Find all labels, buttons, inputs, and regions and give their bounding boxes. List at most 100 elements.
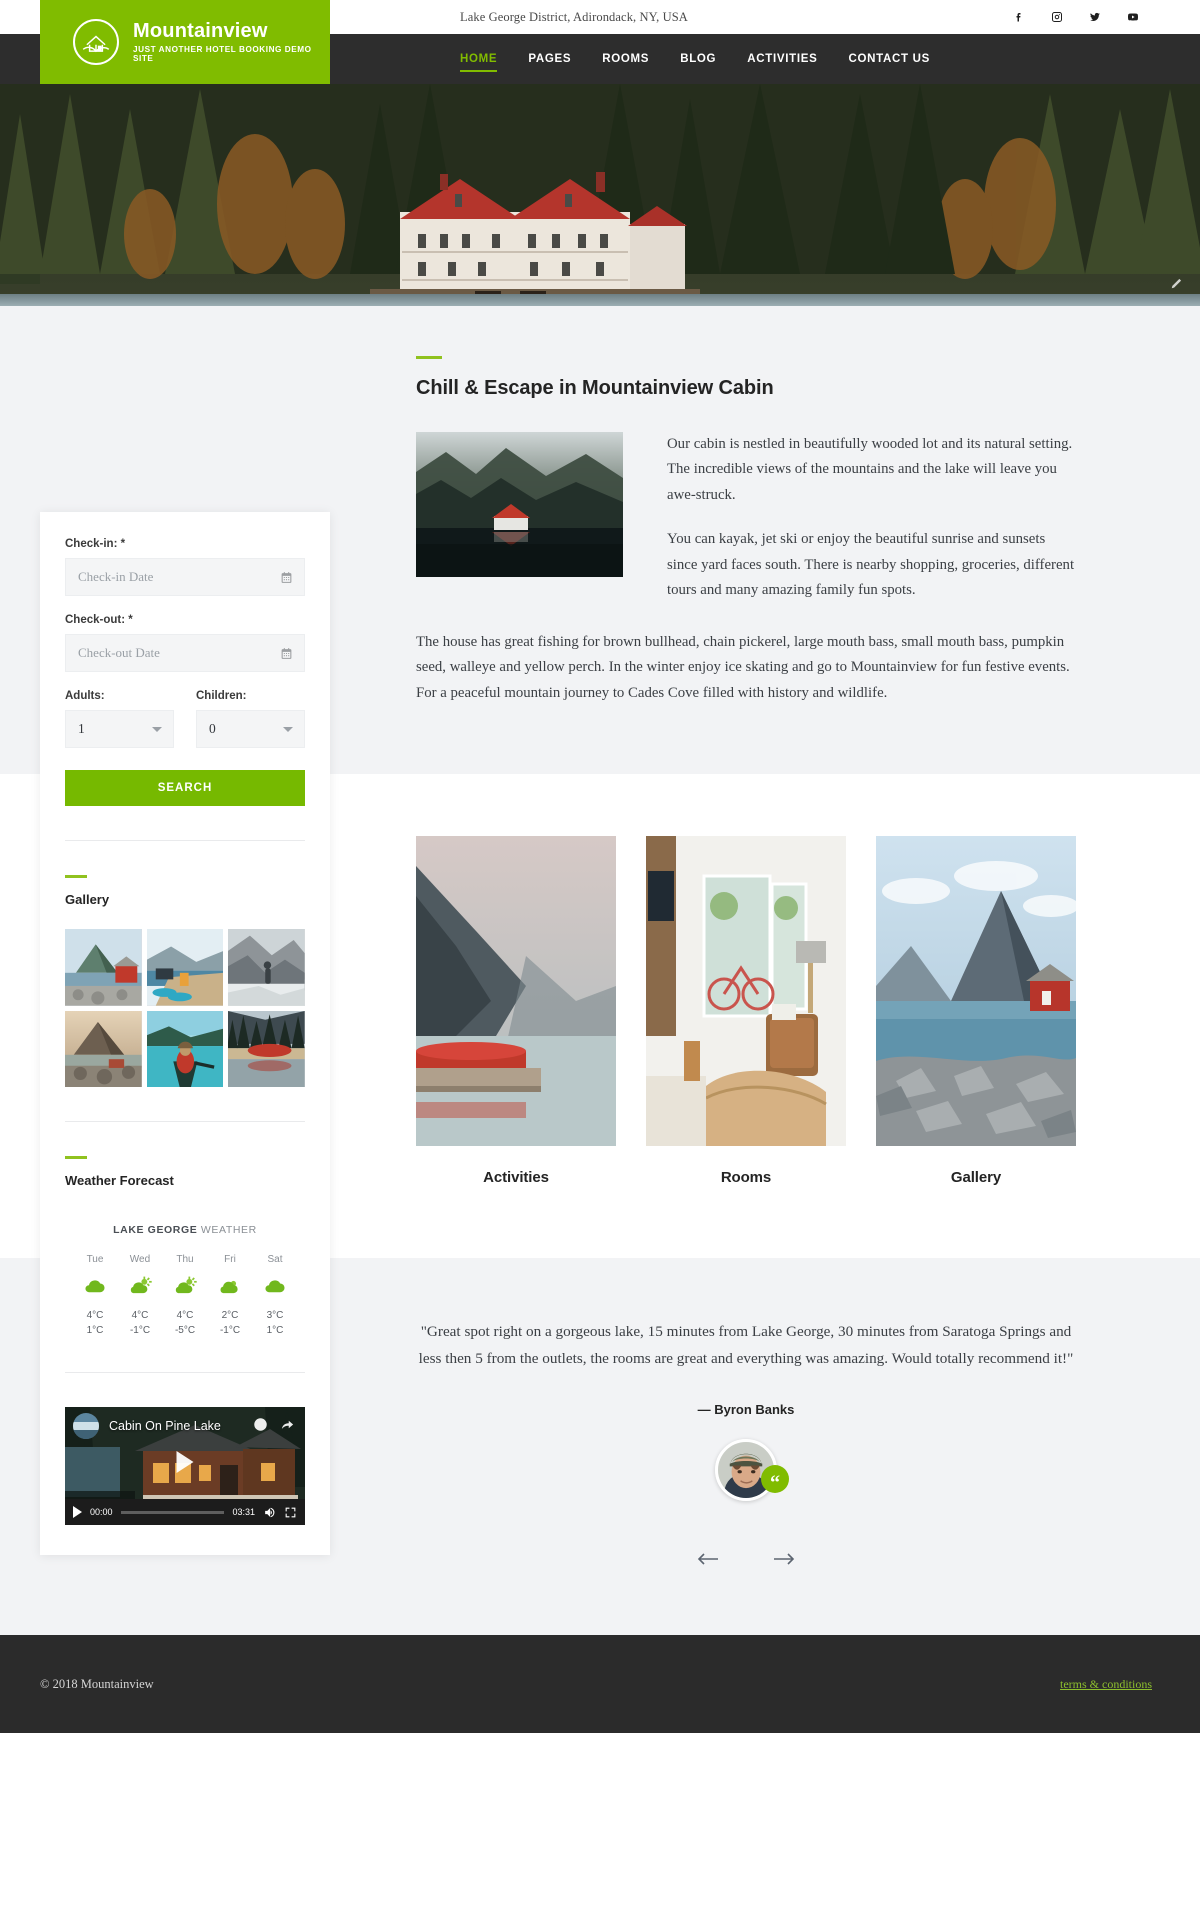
nav-menu: HOME PAGES ROOMS BLOG ACTIVITIES CONTACT… [460, 34, 930, 84]
sun-cloud-icon [118, 1274, 162, 1300]
weather-high: 3°C [266, 1310, 284, 1322]
feature-card-rooms[interactable]: Rooms [646, 835, 846, 1186]
video-player[interactable]: Cabin On Pine Lake 00:00 03:31 [65, 1407, 305, 1526]
youtube-icon[interactable] [1126, 10, 1140, 24]
required-marker: * [128, 614, 133, 626]
video-title: Cabin On Pine Lake [109, 1419, 221, 1434]
arrow-left-icon[interactable] [695, 1549, 721, 1569]
testimonial-navigation [416, 1549, 1076, 1569]
video-current-time: 00:00 [90, 1507, 113, 1518]
page-title: Chill & Escape in Mountainview Cabin [416, 377, 774, 399]
arrow-right-icon[interactable] [771, 1549, 797, 1569]
nav-item-rooms[interactable]: ROOMS [602, 34, 649, 84]
card-label-rooms: Rooms [720, 1168, 772, 1186]
copyright-text: © 2018 Mountainview [40, 1676, 154, 1691]
site-logo[interactable]: Mountainview JUST ANOTHER HOTEL BOOKING … [40, 0, 330, 84]
video-top-controls [253, 1417, 295, 1437]
social-links [1012, 0, 1140, 34]
weather-location: LAKE GEORGE WEATHER [65, 1224, 305, 1236]
checkin-label: Check-in: * [65, 538, 126, 550]
weather-low: 1°C [266, 1324, 284, 1336]
testimonial: "Great spot right on a gorgeous lake, 15… [416, 1318, 1136, 1569]
search-button[interactable]: SEARCH [65, 770, 305, 806]
instagram-icon[interactable] [1050, 10, 1064, 24]
quote-badge-icon: “ [761, 1465, 789, 1494]
gallery-grid [65, 929, 305, 1088]
weather-day: Sat 3°C 1°C [253, 1254, 297, 1338]
weather-high: 2°C [221, 1310, 239, 1322]
cloud-small-sun-icon [208, 1274, 252, 1300]
video-progress-bar[interactable] [120, 1510, 225, 1514]
play-button[interactable] [73, 1506, 82, 1519]
weather-low: -1°C [219, 1324, 241, 1336]
brand-tagline: JUST ANOTHER HOTEL BOOKING DEMO SITE [133, 45, 312, 63]
weather-high: 4°C [86, 1310, 104, 1322]
weather-high: 4°C [131, 1310, 149, 1322]
feature-card-gallery[interactable]: Gallery [876, 835, 1076, 1186]
weather-location-suffix: WEATHER [197, 1224, 257, 1237]
share-icon[interactable] [280, 1417, 295, 1437]
chevron-down-icon [152, 726, 162, 732]
brand-name: Mountainview [133, 20, 268, 43]
adults-label: Adults: [65, 690, 105, 702]
weather-location-name: LAKE GEORGE [113, 1224, 198, 1237]
nav-item-home[interactable]: HOME [460, 34, 498, 84]
edit-pencil-icon[interactable] [1170, 276, 1184, 290]
booking-sidebar: Check-in: * Check-in Date Check-out: * C… [40, 512, 330, 1556]
accent-divider [416, 356, 442, 359]
cabin-in-circle-logo-icon [73, 19, 119, 65]
nav-item-pages[interactable]: PAGES [528, 34, 571, 84]
calendar-icon[interactable] [280, 571, 293, 584]
volume-icon[interactable] [263, 1506, 276, 1519]
gallery-thumb[interactable] [146, 929, 224, 1006]
adults-value: 1 [78, 721, 85, 736]
weather-day: Thu 4°C -5°C [163, 1254, 207, 1338]
feature-cards: Activities Rooms Gallery [416, 835, 1136, 1186]
card-label-activities: Activities [483, 1168, 549, 1186]
checkin-input[interactable]: Check-in Date [65, 558, 305, 596]
intro-paragraphs: Our cabin is nestled in beautifully wood… [667, 432, 1076, 604]
intro-content: Chill & Escape in Mountainview Cabin Our… [416, 356, 1136, 706]
gallery-thumb[interactable] [65, 929, 142, 1006]
hero-banner [0, 84, 1200, 306]
weather-day-name: Tue [86, 1254, 104, 1266]
weather-day-name: Fri [224, 1254, 236, 1266]
gallery-thumb[interactable] [65, 1010, 142, 1088]
card-image-activities [416, 835, 616, 1146]
calendar-icon[interactable] [280, 647, 293, 660]
clock-icon[interactable] [253, 1417, 268, 1437]
nav-item-blog[interactable]: BLOG [680, 34, 716, 84]
intro-paragraph-3: The house has great fishing for brown bu… [416, 633, 1070, 701]
gallery-thumb[interactable] [228, 929, 305, 1006]
chevron-down-icon [283, 726, 293, 732]
checkout-input[interactable]: Check-out Date [65, 634, 305, 672]
fullscreen-icon[interactable] [284, 1506, 297, 1519]
cloud-icon [253, 1274, 297, 1300]
testimonial-avatar-wrap: “ [715, 1439, 789, 1502]
twitter-icon[interactable] [1088, 10, 1102, 24]
weather-widget-title: Weather Forecast [65, 1173, 174, 1189]
accent-divider [65, 875, 87, 878]
testimonial-author: — Byron Banks [697, 1402, 795, 1418]
weather-days: Tue 4°C 1°C Wed 4°C -1°C Thu 4°C -5°C Fr… [65, 1254, 305, 1338]
feature-card-activities[interactable]: Activities [416, 835, 616, 1186]
children-select[interactable]: 0 [196, 710, 305, 748]
weather-low: 1°C [86, 1324, 104, 1336]
page-root: Lake George District, Adirondack, NY, US… [0, 0, 1200, 1734]
facebook-icon[interactable] [1012, 10, 1026, 24]
gallery-thumb[interactable] [228, 1010, 305, 1088]
terms-link[interactable]: terms & conditions [1060, 1677, 1152, 1692]
intro-image-foggy-forest-lake [416, 432, 623, 577]
nav-item-contact-us[interactable]: CONTACT US [848, 34, 930, 84]
weather-high: 4°C [176, 1310, 194, 1322]
required-marker: * [120, 538, 126, 550]
play-icon[interactable] [176, 1450, 194, 1473]
weather-day-name: Sat [267, 1254, 283, 1266]
gallery-thumb[interactable] [146, 1010, 224, 1088]
adults-select[interactable]: 1 [65, 710, 174, 748]
weather-day: Fri 2°C -1°C [208, 1254, 252, 1338]
sun-cloud-icon [163, 1274, 207, 1300]
nav-item-activities[interactable]: ACTIVITIES [747, 34, 817, 84]
checkin-placeholder: Check-in Date [78, 569, 154, 584]
weather-low: -1°C [129, 1324, 151, 1336]
